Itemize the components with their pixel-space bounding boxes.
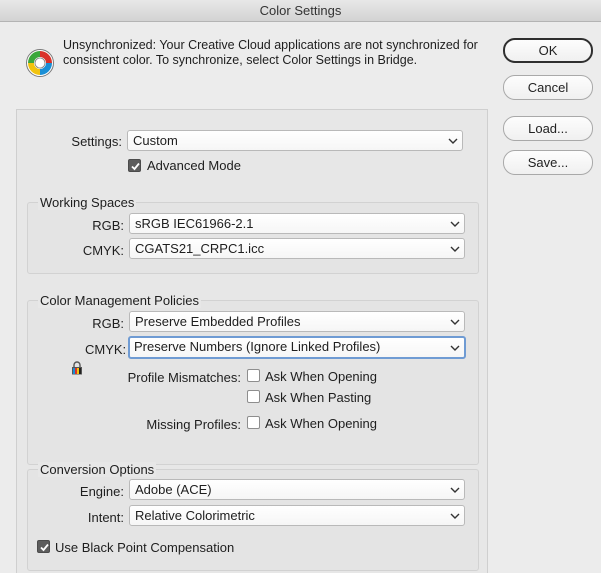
chevron-down-icon	[450, 513, 460, 519]
cancel-button[interactable]: Cancel	[503, 75, 593, 100]
working-rgb-select[interactable]: sRGB IEC61966-2.1	[129, 213, 465, 234]
checkmark-icon	[40, 543, 49, 552]
save-button[interactable]: Save...	[503, 150, 593, 175]
settings-label: Settings:	[71, 134, 122, 149]
settings-select[interactable]: Custom	[127, 130, 463, 151]
conversion-title: Conversion Options	[38, 462, 157, 477]
window-title: Color Settings	[0, 0, 601, 22]
missing-profiles-label: Missing Profiles:	[146, 417, 241, 432]
policy-rgb-value: Preserve Embedded Profiles	[135, 314, 301, 329]
policies-title: Color Management Policies	[38, 293, 201, 308]
working-cmyk-select[interactable]: CGATS21_CRPC1.icc	[129, 238, 465, 259]
chevron-down-icon	[450, 319, 460, 325]
mismatch-ask-pasting-label: Ask When Pasting	[265, 390, 372, 405]
sync-notice: Unsynchronized: Your Creative Cloud appl…	[63, 38, 478, 67]
working-rgb-value: sRGB IEC61966-2.1	[135, 216, 254, 231]
settings-select-value: Custom	[133, 133, 178, 148]
chevron-down-icon	[450, 246, 460, 252]
chevron-down-icon	[450, 345, 460, 351]
black-point-checkbox[interactable]	[37, 540, 50, 553]
advanced-mode-label: Advanced Mode	[147, 158, 241, 173]
engine-value: Adobe (ACE)	[135, 482, 212, 497]
color-wheel-icon	[26, 49, 54, 77]
missing-ask-opening-label: Ask When Opening	[265, 416, 378, 431]
mismatch-ask-opening-label: Ask When Opening	[265, 369, 378, 384]
working-spaces-title: Working Spaces	[38, 195, 137, 210]
intent-select[interactable]: Relative Colorimetric	[129, 505, 465, 526]
profile-mismatches-label: Profile Mismatches:	[127, 370, 241, 385]
intent-label: Intent:	[87, 510, 124, 525]
load-button[interactable]: Load...	[503, 116, 593, 141]
policy-rgb-label: RGB:	[92, 316, 124, 331]
chevron-down-icon	[450, 221, 460, 227]
black-point-label: Use Black Point Compensation	[55, 540, 235, 555]
intent-value: Relative Colorimetric	[135, 508, 255, 523]
missing-ask-opening-checkbox[interactable]	[247, 416, 260, 429]
policy-cmyk-label: CMYK:	[85, 342, 127, 357]
ok-button[interactable]: OK	[503, 38, 593, 63]
mismatch-ask-pasting-checkbox[interactable]	[247, 390, 260, 403]
chevron-down-icon	[450, 487, 460, 493]
color-settings-dialog: Unsynchronized: Your Creative Cloud appl…	[0, 22, 601, 573]
working-rgb-label: RGB:	[92, 218, 124, 233]
working-cmyk-value: CGATS21_CRPC1.icc	[135, 241, 265, 256]
lock-icon	[72, 361, 82, 375]
advanced-mode-checkbox[interactable]	[128, 159, 141, 172]
engine-select[interactable]: Adobe (ACE)	[129, 479, 465, 500]
policy-cmyk-select[interactable]: Preserve Numbers (Ignore Linked Profiles…	[128, 336, 466, 359]
policy-cmyk-value: Preserve Numbers (Ignore Linked Profiles…	[134, 339, 381, 354]
chevron-down-icon	[448, 138, 458, 144]
policy-rgb-select[interactable]: Preserve Embedded Profiles	[129, 311, 465, 332]
checkmark-icon	[131, 162, 140, 171]
working-cmyk-label: CMYK:	[82, 243, 124, 258]
mismatch-ask-opening-checkbox[interactable]	[247, 369, 260, 382]
engine-label: Engine:	[79, 484, 124, 499]
